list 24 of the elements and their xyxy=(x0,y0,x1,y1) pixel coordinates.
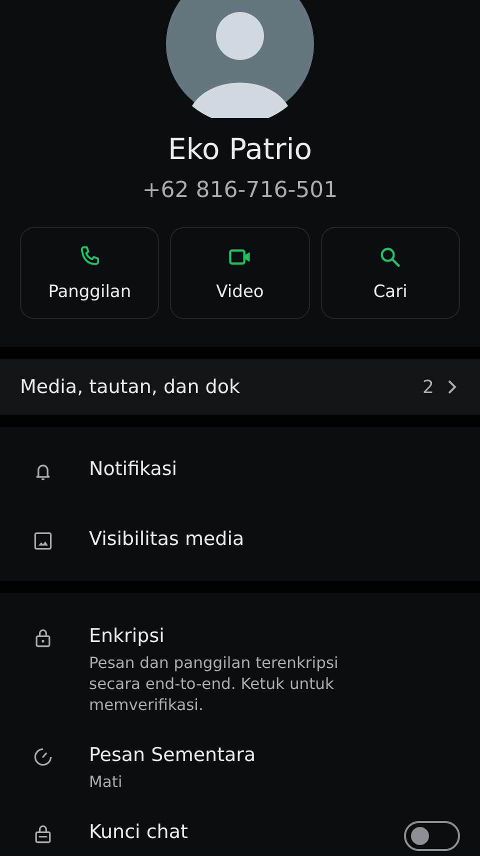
settings-row[interactable]: Visibilitas media xyxy=(0,505,480,575)
media-row[interactable]: Media, tautan, dan dok 2 xyxy=(0,359,480,415)
phone-number: +62 816-716-501 xyxy=(142,178,338,203)
setting-title: Notifikasi xyxy=(89,458,178,480)
settings-row[interactable]: Pesan Sementara Mati xyxy=(0,730,480,807)
call-button[interactable]: Panggilan xyxy=(20,227,160,319)
setting-title: Visibilitas media xyxy=(89,528,246,550)
video-button[interactable]: Video xyxy=(170,227,310,319)
toggle-switch[interactable] xyxy=(404,820,460,851)
image-icon xyxy=(32,530,54,552)
setting-subtitle: Mati xyxy=(89,772,124,793)
settings-row[interactable]: Notifikasi xyxy=(0,435,480,505)
media-label: Media, tautan, dan dok xyxy=(20,376,241,398)
contact-name: Eko Patrio xyxy=(168,132,312,166)
settings-row[interactable]: Kunci chat xyxy=(0,806,480,856)
chevron-icon xyxy=(446,379,458,395)
media-count: 2 xyxy=(422,376,434,398)
setting-title: Kunci chat xyxy=(89,820,189,843)
setting-title: Pesan Sementara xyxy=(89,744,257,766)
setting-title: Enkripsi xyxy=(89,625,166,647)
settings-row[interactable]: Enkripsi Pesan dan panggilan terenkripsi secara end-to-end. Ketuk untuk memverifikasi. xyxy=(0,611,480,730)
timer-icon xyxy=(32,746,54,768)
setting-subtitle: Pesan dan panggilan terenkripsi secara end-to-end. Ketuk untuk memverifikasi. xyxy=(89,653,340,716)
search-button[interactable]: Cari xyxy=(320,227,460,319)
